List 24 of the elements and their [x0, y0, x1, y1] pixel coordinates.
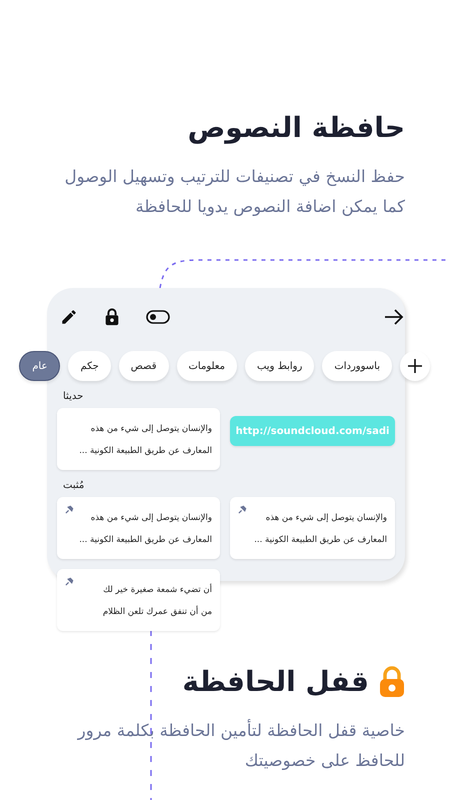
add-category-button[interactable]: [400, 351, 430, 381]
pin-icon: [65, 577, 74, 586]
category-tab[interactable]: عام: [19, 351, 60, 381]
pin-icon: [65, 505, 74, 514]
text-clip[interactable]: والإنسان يتوصل إلى شيء من هذه المعارف عن طريق الطبيعة الكونية ...: [230, 497, 395, 559]
category-tab[interactable]: روابط ويب: [244, 351, 314, 381]
lock-icon[interactable]: [104, 308, 120, 326]
pin-icon: [238, 505, 247, 514]
text-clip[interactable]: والإنسان يتوصل إلى شيء من هذه المعارف عن طريق الطبيعة الكونية ...: [57, 497, 220, 559]
section-heading: حديثا: [63, 391, 84, 402]
category-tab[interactable]: معلومات: [176, 351, 237, 381]
text-clip[interactable]: والإنسان يتوصل إلى شيء من هذه المعارف عن طريق الطبيعة الكونية ...: [57, 408, 220, 470]
category-tab[interactable]: باسووردات: [322, 351, 392, 381]
section-description: خاصية قفل الحافظة لتأمين الحافظة بكلمة مرور للحافظ على خصوصيتك: [76, 718, 405, 772]
pencil-icon[interactable]: [60, 308, 78, 326]
plus-icon: [408, 359, 422, 373]
text-clip[interactable]: أن تضيء شمعة صغيرة خير لك من أن تنفق عمرك تلعن الظلام: [57, 569, 220, 631]
arrow-right-icon[interactable]: [384, 308, 404, 326]
toggle-icon[interactable]: [146, 310, 170, 324]
section-heading: مُثبت: [63, 480, 84, 491]
section-title: قفل الحافظة: [182, 664, 369, 700]
section-title: حافظة النصوص: [186, 110, 405, 146]
section-description: حفظ النسخ في تصنيفات للترتيب وتسهيل الوصول كما يمكن اضافة النصوص يدويا للحافظة: [64, 166, 405, 218]
padlock-icon: [379, 666, 405, 698]
